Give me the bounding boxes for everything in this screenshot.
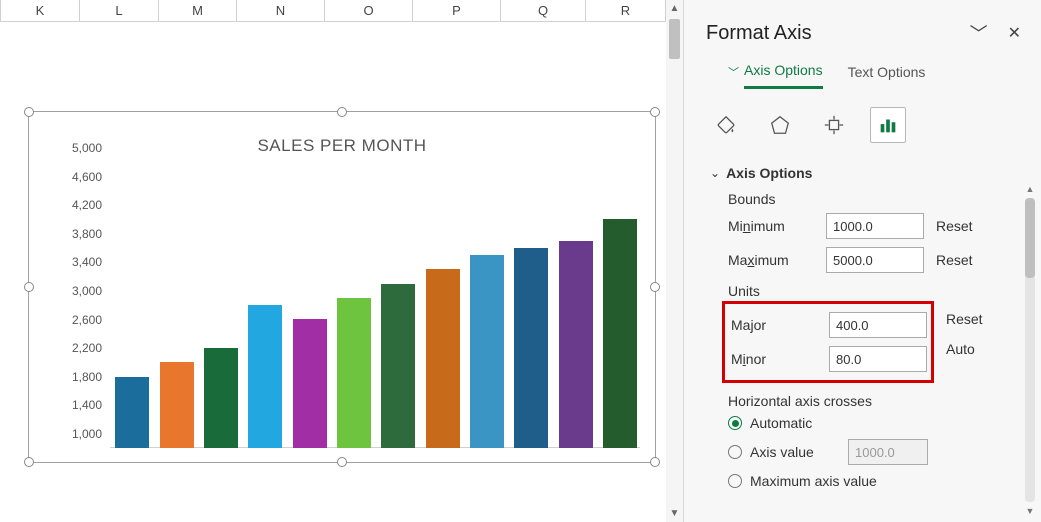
chevron-down-icon[interactable]: ﹀ (970, 20, 988, 46)
y-axis[interactable]: 1,000 1,400 1,800 2,200 2,600 3,000 3,400 3,800… (64, 164, 108, 448)
bounds-label: Bounds (710, 185, 1029, 209)
scroll-thumb[interactable] (1025, 198, 1035, 278)
radio-label: Automatic (750, 415, 812, 431)
scroll-up-arrow[interactable]: ▲ (666, 0, 683, 17)
maximum-input[interactable] (826, 247, 924, 273)
minor-input[interactable] (829, 346, 927, 372)
selection-handle[interactable] (24, 107, 34, 117)
axis-value-input (848, 439, 928, 465)
column-header[interactable]: M (159, 0, 237, 21)
format-axis-panel: Format Axis ﹀ ✕ ﹀ Axis Options Text Opti… (683, 0, 1041, 522)
column-header[interactable]: N (237, 0, 325, 21)
reset-major-button[interactable]: Reset (942, 311, 983, 327)
units-label: Units (710, 277, 1029, 301)
y-tick-label: 5,000 (72, 141, 102, 155)
panel-title: Format Axis (706, 22, 812, 45)
bar[interactable] (337, 298, 371, 448)
bar[interactable] (514, 248, 548, 448)
y-tick-label: 3,000 (72, 284, 102, 298)
tab-axis-options[interactable]: Axis Options (744, 62, 823, 89)
minimum-input[interactable] (826, 213, 924, 239)
auto-minor-label: Auto (942, 339, 983, 357)
major-input[interactable] (829, 312, 927, 338)
y-tick-label: 2,600 (72, 313, 102, 327)
y-tick-label: 1,400 (72, 398, 102, 412)
bars-area[interactable] (110, 164, 640, 448)
bar[interactable] (381, 284, 415, 448)
fill-icon[interactable] (708, 107, 744, 143)
axis-options-header[interactable]: ⌄ Axis Options (710, 161, 1029, 185)
bar[interactable] (248, 305, 282, 448)
spreadsheet-area: KLMNOPQR SALES PER MONTH 1,000 1,400 1,800… (0, 0, 683, 522)
vertical-scrollbar[interactable]: ▲ ▼ (666, 0, 683, 522)
bar[interactable] (603, 219, 637, 448)
bar[interactable] (426, 269, 460, 448)
format-category-icons (684, 89, 1041, 157)
major-label: Major (731, 317, 821, 333)
selection-handle[interactable] (650, 457, 660, 467)
bar[interactable] (115, 377, 149, 449)
radio-automatic[interactable]: Automatic (710, 411, 1029, 435)
effects-icon[interactable] (762, 107, 798, 143)
bar[interactable] (559, 241, 593, 448)
minor-label: Minor (731, 351, 821, 367)
reset-minimum-button[interactable]: Reset (932, 218, 973, 234)
scroll-down-arrow[interactable]: ▼ (666, 505, 683, 522)
bar[interactable] (160, 362, 194, 448)
close-icon[interactable]: ✕ (1008, 23, 1021, 43)
y-tick-label: 4,200 (72, 198, 102, 212)
column-header[interactable]: L (80, 0, 159, 21)
y-tick-label: 2,200 (72, 341, 102, 355)
selection-handle[interactable] (337, 457, 347, 467)
radio-icon (728, 416, 742, 430)
column-header[interactable]: P (413, 0, 501, 21)
y-tick-label: 3,400 (72, 255, 102, 269)
selection-handle[interactable] (650, 107, 660, 117)
radio-axis-value[interactable]: Axis value (710, 435, 1029, 469)
column-headers: KLMNOPQR (0, 0, 683, 22)
panel-tabs: ﹀ Axis Options Text Options (684, 56, 1041, 89)
plot-area: 1,000 1,400 1,800 2,200 2,600 3,000 3,400 3,800… (64, 164, 640, 448)
y-tick-label: 4,600 (72, 170, 102, 184)
caret-down-icon: ⌄ (710, 166, 720, 180)
scroll-up-arrow[interactable]: ▲ (1023, 182, 1037, 196)
selection-handle[interactable] (337, 107, 347, 117)
column-header[interactable]: R (586, 0, 666, 21)
scroll-down-arrow[interactable]: ▼ (1023, 504, 1037, 518)
radio-maximum-axis-value[interactable]: Maximum axis value (710, 469, 1029, 493)
radio-icon (728, 445, 742, 459)
y-tick-label: 1,000 (72, 427, 102, 441)
column-header[interactable]: K (0, 0, 80, 21)
column-header[interactable]: O (325, 0, 413, 21)
chart-object[interactable]: SALES PER MONTH 1,000 1,400 1,800 2,200 2,60… (28, 111, 656, 463)
axis-options-section: ⌄ Axis Options Bounds Minimum Reset Maxi… (684, 157, 1041, 493)
scroll-thumb[interactable] (669, 19, 680, 59)
bar[interactable] (204, 348, 238, 448)
minimum-label: Minimum (728, 218, 818, 234)
bar[interactable] (470, 255, 504, 448)
selection-handle[interactable] (24, 457, 34, 467)
selection-handle[interactable] (650, 282, 660, 292)
radio-label: Maximum axis value (750, 473, 877, 489)
size-icon[interactable] (816, 107, 852, 143)
column-header[interactable]: Q (501, 0, 586, 21)
selection-handle[interactable] (24, 282, 34, 292)
maximum-label: Maximum (728, 252, 818, 268)
section-title: Axis Options (726, 165, 812, 181)
y-tick-label: 1,800 (72, 370, 102, 384)
radio-label: Axis value (750, 444, 840, 460)
reset-maximum-button[interactable]: Reset (932, 252, 973, 268)
y-tick-label: 3,800 (72, 227, 102, 241)
chart-title[interactable]: SALES PER MONTH (29, 112, 655, 156)
tab-caret-icon: ﹀ (728, 64, 739, 88)
units-highlight: Major Minor (722, 301, 934, 383)
horizontal-axis-crosses-label: Horizontal axis crosses (710, 383, 1029, 411)
bar[interactable] (293, 319, 327, 448)
radio-icon (728, 474, 742, 488)
panel-scrollbar[interactable]: ▲ ▼ (1023, 182, 1037, 518)
tab-text-options[interactable]: Text Options (848, 64, 926, 88)
axis-options-icon[interactable] (870, 107, 906, 143)
